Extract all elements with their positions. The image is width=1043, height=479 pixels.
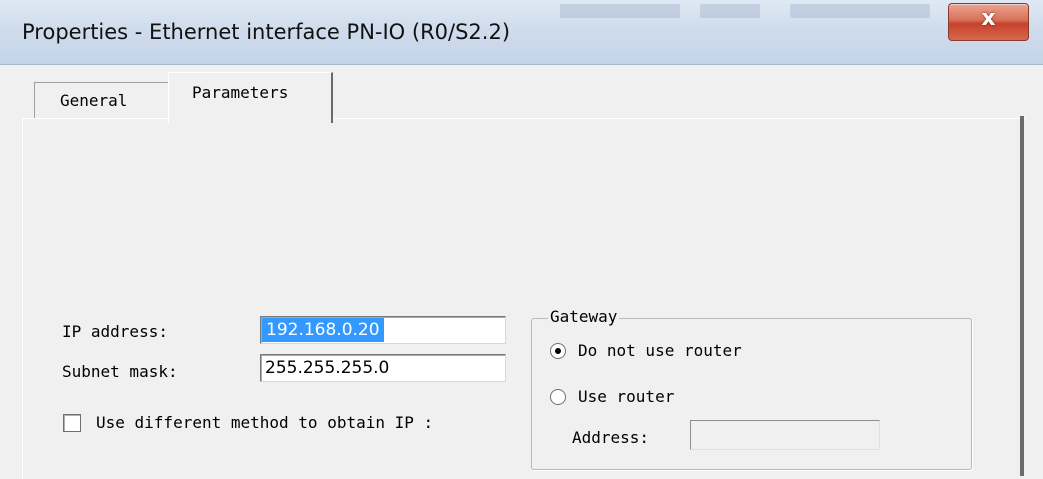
gateway-legend: Gateway: [548, 307, 620, 326]
subnet-mask-label: Subnet mask:: [62, 362, 178, 381]
ip-address-value: 192.168.0.20: [262, 318, 384, 342]
tab-panel-edge: [1020, 116, 1024, 476]
ip-address-input[interactable]: 192.168.0.20: [260, 316, 506, 344]
background-window-ghost: [790, 4, 930, 18]
subnet-mask-value: 255.255.255.0: [265, 358, 390, 378]
tab-general-label: General: [60, 91, 128, 110]
tab-parameters-label: Parameters: [192, 83, 289, 102]
different-method-label: Use different method to obtain IP :: [96, 413, 434, 432]
router-address-input[interactable]: [690, 420, 880, 450]
close-button[interactable]: x: [948, 3, 1029, 41]
radio-do-not-use-router[interactable]: [550, 343, 566, 359]
radio-use-router[interactable]: [550, 389, 566, 405]
title-bar: Properties - Ethernet interface PN-IO (R…: [0, 0, 1043, 65]
background-window-ghost: [560, 4, 680, 18]
radio-use-router-label: Use router: [578, 387, 675, 406]
router-address-label: Address:: [572, 428, 650, 447]
radio-selected-dot: [555, 348, 561, 354]
tab-parameters[interactable]: Parameters: [168, 72, 333, 123]
different-method-checkbox[interactable]: [63, 414, 81, 432]
tab-general[interactable]: General: [34, 82, 172, 119]
background-window-ghost: [700, 4, 760, 18]
ip-address-label: IP address:: [62, 322, 168, 341]
radio-do-not-use-router-label: Do not use router: [578, 341, 742, 360]
close-icon: x: [981, 6, 996, 31]
subnet-mask-input[interactable]: 255.255.255.0: [260, 354, 506, 382]
window-title: Properties - Ethernet interface PN-IO (R…: [22, 20, 511, 44]
